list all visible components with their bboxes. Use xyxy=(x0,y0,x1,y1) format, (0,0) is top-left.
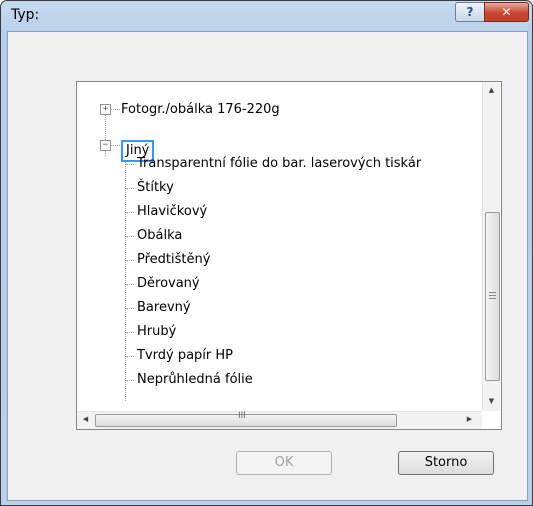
grip-lines: III xyxy=(238,411,246,421)
tree-item-preprinted[interactable]: Předtištěný xyxy=(137,250,210,270)
grip-line xyxy=(489,298,496,299)
cancel-button[interactable]: Storno xyxy=(398,451,494,475)
tree-connector xyxy=(126,332,134,333)
tree-connector xyxy=(126,164,134,165)
expand-plus-icon[interactable]: + xyxy=(100,104,111,115)
vertical-scroll-thumb[interactable] xyxy=(485,212,500,381)
tree-item-photo-envelope[interactable]: Fotogr./obálka 176-220g xyxy=(121,100,280,120)
title-bar: Typ: ? ✕ xyxy=(1,1,532,31)
tree-connector xyxy=(126,236,134,237)
grip-line xyxy=(489,295,496,296)
close-button[interactable]: ✕ xyxy=(484,2,529,22)
tree-connector xyxy=(126,188,134,189)
scroll-right-icon[interactable]: ▶ xyxy=(461,415,478,423)
scroll-down-icon[interactable]: ▼ xyxy=(483,397,500,405)
tree-item-envelope[interactable]: Obálka xyxy=(137,226,182,246)
tree-item-transparency[interactable]: Transparentní fólie do bar. laserových t… xyxy=(137,154,421,174)
type-tree-view[interactable]: + Fotogr./obálka 176-220g − Jiný Transpa… xyxy=(76,81,502,430)
tree-connector xyxy=(126,308,134,309)
grip-line xyxy=(489,292,496,293)
horizontal-scrollbar[interactable]: ◀ III ▶ xyxy=(77,411,482,429)
help-icon: ? xyxy=(466,5,474,19)
scroll-up-icon[interactable]: ▲ xyxy=(483,86,500,94)
window-title: Typ: xyxy=(11,7,40,23)
tree-connector xyxy=(126,356,134,357)
tree-connector xyxy=(110,109,120,110)
tree-connector xyxy=(126,284,134,285)
scroll-left-icon[interactable]: ◀ xyxy=(77,415,94,423)
tree-connector xyxy=(126,260,134,261)
dialog-window: Typ: ? ✕ + Fotogr./obálka 176-220g − Jin… xyxy=(0,0,533,506)
help-button[interactable]: ? xyxy=(455,2,485,22)
dialog-body: + Fotogr./obálka 176-220g − Jiný Transpa… xyxy=(7,31,528,501)
tree-item-letterhead[interactable]: Hlavičkový xyxy=(137,202,207,222)
close-icon: ✕ xyxy=(501,5,512,19)
tree-item-labels[interactable]: Štítky xyxy=(137,178,174,198)
tree-connector xyxy=(110,145,120,146)
vertical-scrollbar[interactable]: ▲ ▼ xyxy=(482,82,500,411)
tree-item-prepunched[interactable]: Děrovaný xyxy=(137,274,200,294)
tree-connector xyxy=(125,154,126,401)
tree-item-colored[interactable]: Barevný xyxy=(137,298,191,318)
tree-connector xyxy=(126,380,134,381)
ok-button[interactable]: OK xyxy=(236,451,332,475)
tree-item-opaque-film[interactable]: Neprůhledná fólie xyxy=(137,370,253,390)
tree-item-rough[interactable]: Hrubý xyxy=(137,322,176,342)
tree-item-hp-tough-paper[interactable]: Tvrdý papír HP xyxy=(137,346,233,366)
tree-connector xyxy=(126,212,134,213)
horizontal-scroll-thumb[interactable]: III xyxy=(95,411,397,427)
collapse-minus-icon[interactable]: − xyxy=(100,140,111,151)
